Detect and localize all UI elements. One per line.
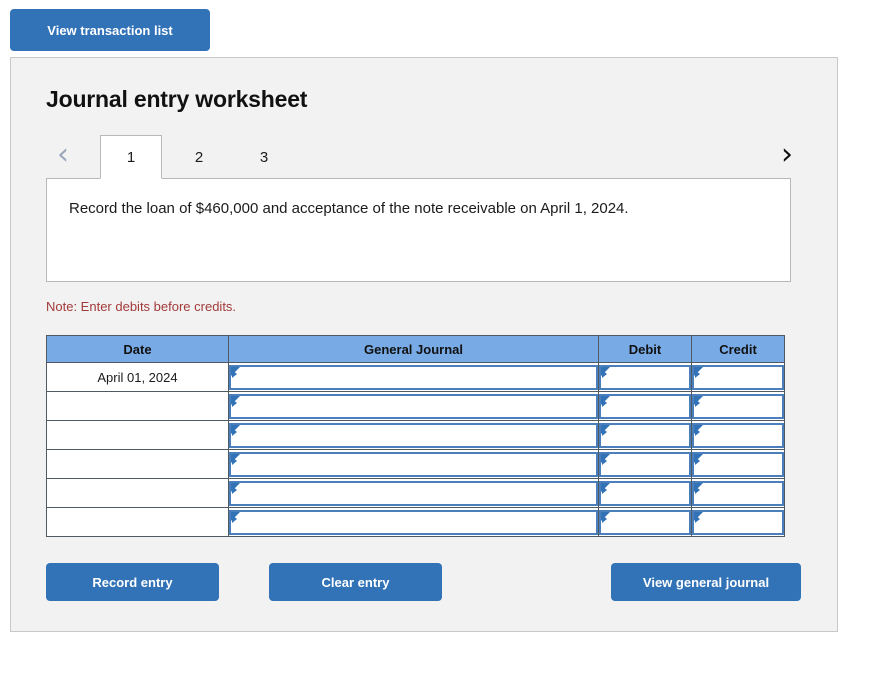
date-cell[interactable]	[46, 478, 229, 508]
general-journal-input-cell[interactable]	[228, 420, 599, 450]
instruction-box: Record the loan of $460,000 and acceptan…	[46, 178, 791, 282]
debit-field[interactable]	[599, 480, 691, 506]
tab-entry-1[interactable]: 1	[100, 135, 162, 179]
general-journal-field[interactable]	[229, 509, 598, 535]
debit-field[interactable]	[599, 509, 691, 535]
credit-field[interactable]	[692, 509, 784, 535]
record-entry-button[interactable]: Record entry	[46, 563, 219, 601]
credit-input-cell[interactable]	[691, 507, 785, 537]
worksheet-tab-strip: ‹ 1 2 3 ›	[46, 131, 806, 179]
table-row	[46, 478, 785, 508]
credit-input-cell[interactable]	[691, 449, 785, 479]
date-cell[interactable]	[46, 507, 229, 537]
credit-input-cell[interactable]	[691, 478, 785, 508]
instruction-text: Record the loan of $460,000 and acceptan…	[69, 200, 629, 217]
tab-entry-3[interactable]: 3	[233, 135, 295, 179]
general-journal-field[interactable]	[229, 364, 598, 390]
date-cell[interactable]	[46, 449, 229, 479]
table-row	[46, 449, 785, 479]
table-row	[46, 391, 785, 421]
debit-input-cell[interactable]	[598, 420, 692, 450]
credit-field[interactable]	[692, 451, 784, 477]
table-row	[46, 507, 785, 537]
date-cell[interactable]	[46, 420, 229, 450]
debit-input-cell[interactable]	[598, 449, 692, 479]
journal-entry-table: Date General Journal Debit Credit April …	[46, 335, 785, 537]
date-cell[interactable]	[46, 391, 229, 421]
tab-entry-3-label: 3	[259, 149, 269, 166]
general-journal-field[interactable]	[229, 393, 598, 419]
general-journal-input-cell[interactable]	[228, 362, 599, 392]
view-transaction-list-button[interactable]: View transaction list	[10, 9, 210, 51]
credit-field[interactable]	[692, 422, 784, 448]
general-journal-input-cell[interactable]	[228, 391, 599, 421]
debit-field[interactable]	[599, 393, 691, 419]
chevron-left-icon[interactable]: ‹	[46, 137, 80, 173]
debit-field[interactable]	[599, 422, 691, 448]
general-journal-field[interactable]	[229, 422, 598, 448]
general-journal-field[interactable]	[229, 451, 598, 477]
debit-field[interactable]	[599, 364, 691, 390]
credit-input-cell[interactable]	[691, 362, 785, 392]
debit-input-cell[interactable]	[598, 391, 692, 421]
debit-input-cell[interactable]	[598, 478, 692, 508]
credit-field[interactable]	[692, 393, 784, 419]
credit-field[interactable]	[692, 480, 784, 506]
tab-entry-2[interactable]: 2	[168, 135, 230, 179]
column-header-general-journal: General Journal	[228, 335, 599, 363]
journal-entry-worksheet-panel: Journal entry worksheet ‹ 1 2 3 › Record…	[10, 57, 838, 632]
credit-field[interactable]	[692, 364, 784, 390]
general-journal-input-cell[interactable]	[228, 449, 599, 479]
page-title: Journal entry worksheet	[46, 86, 308, 112]
table-header-row: Date General Journal Debit Credit	[46, 335, 785, 363]
debits-before-credits-note: Note: Enter debits before credits.	[46, 299, 237, 314]
debit-input-cell[interactable]	[598, 507, 692, 537]
date-cell[interactable]: April 01, 2024	[46, 362, 229, 392]
credit-input-cell[interactable]	[691, 420, 785, 450]
view-general-journal-button[interactable]: View general journal	[611, 563, 801, 601]
table-row	[46, 420, 785, 450]
debit-field[interactable]	[599, 451, 691, 477]
column-header-credit: Credit	[691, 335, 785, 363]
column-header-date: Date	[46, 335, 229, 363]
general-journal-input-cell[interactable]	[228, 507, 599, 537]
chevron-right-icon[interactable]: ›	[770, 137, 804, 173]
clear-entry-button[interactable]: Clear entry	[269, 563, 442, 601]
credit-input-cell[interactable]	[691, 391, 785, 421]
general-journal-input-cell[interactable]	[228, 478, 599, 508]
table-row: April 01, 2024	[46, 362, 785, 392]
debit-input-cell[interactable]	[598, 362, 692, 392]
tab-entry-1-label: 1	[126, 148, 136, 166]
general-journal-field[interactable]	[229, 480, 598, 506]
column-header-debit: Debit	[598, 335, 692, 363]
tab-entry-2-label: 2	[194, 149, 204, 166]
